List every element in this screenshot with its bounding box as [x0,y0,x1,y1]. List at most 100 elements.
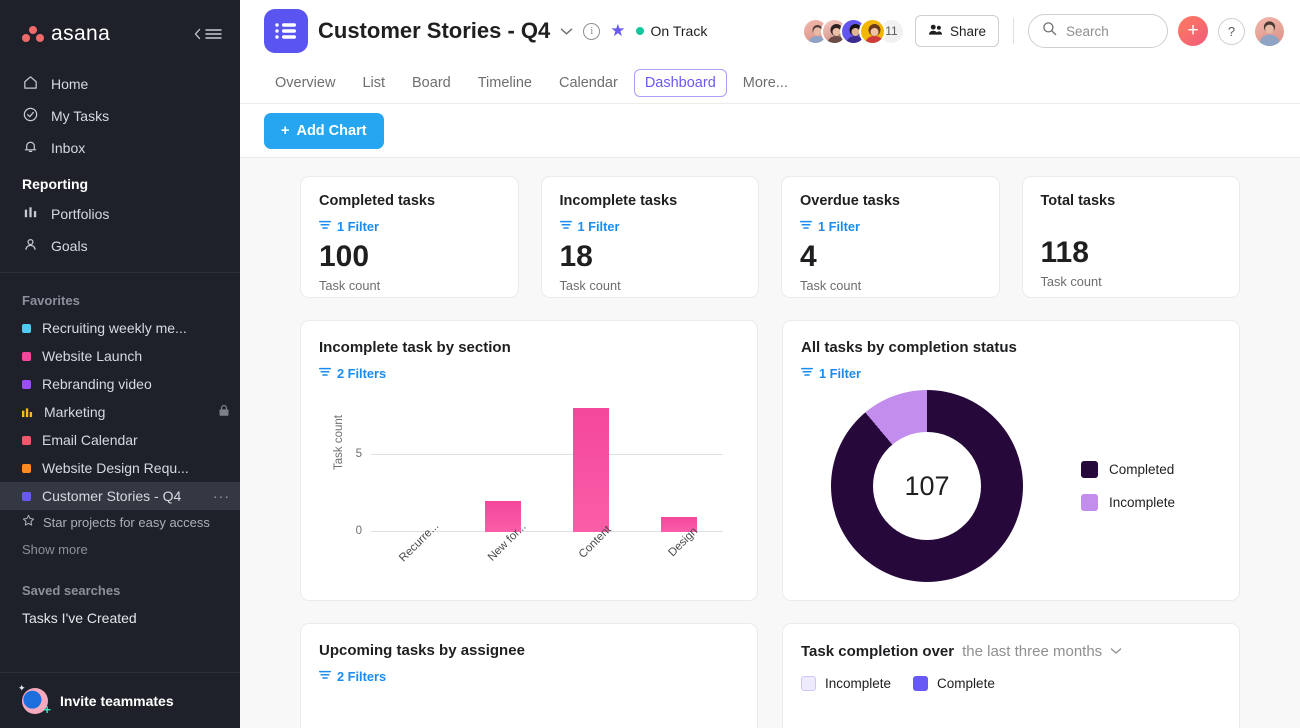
bar-column[interactable] [371,402,459,532]
brand-name: asana [51,22,110,46]
legend-item-complete[interactable]: Complete [913,676,995,691]
chevron-down-icon[interactable] [560,24,573,39]
sidebar-saved-search-tasks-ive-created[interactable]: Tasks I've Created [0,606,240,636]
bar-chart-icon [22,204,39,224]
share-button[interactable]: Share [915,15,999,47]
sidebar-header: asana [0,0,240,64]
dashboard-board: Completed tasks 1 Filter 100 Task count … [240,158,1300,728]
plus-icon: + [281,123,289,139]
overflow-menu-icon[interactable]: ··· [213,488,230,504]
show-more-button[interactable]: Show more [0,534,240,565]
sidebar-primary-nav: Home My Tasks Inbox [0,64,240,164]
chart-header: Task completion over the last three mont… [801,642,1221,660]
tab-board[interactable]: Board [401,69,462,97]
kpi-title: Completed tasks [319,193,500,209]
filter-link[interactable]: 1 Filter [800,217,981,235]
asana-logo[interactable]: asana [22,22,110,46]
time-range-select[interactable]: the last three months [962,643,1102,660]
legend-label: Completed [1109,462,1174,477]
kpi-title: Total tasks [1041,193,1222,209]
member-avatars[interactable]: 11 [802,18,905,45]
sidebar-fav-email-calendar[interactable]: Email Calendar [0,426,240,454]
sidebar-fav-website-design-requests[interactable]: Website Design Requ... [0,454,240,482]
bar-column[interactable] [547,402,635,532]
bar-series [371,402,723,532]
chevron-down-icon[interactable] [1110,642,1122,660]
legend-item-completed[interactable]: Completed [1081,461,1175,478]
star-icon[interactable]: ★ [610,21,625,41]
sidebar-item-my-tasks[interactable]: My Tasks [0,100,240,132]
filter-icon [560,217,572,235]
bar-column[interactable] [459,402,547,532]
y-tick-0: 0 [356,525,362,537]
chart-card-task-completion-over-time[interactable]: Task completion over the last three mont… [782,623,1240,728]
filter-link[interactable]: 1 Filter [801,364,1221,382]
sidebar-item-goals[interactable]: Goals [0,230,240,262]
kpi-row: Completed tasks 1 Filter 100 Task count … [300,176,1240,298]
filter-link[interactable]: 1 Filter [319,217,500,235]
filter-label: 1 Filter [578,219,620,234]
kpi-card-incomplete-tasks[interactable]: Incomplete tasks 1 Filter 18 Task count [541,176,760,298]
sidebar-fav-marketing[interactable]: Marketing [0,398,240,426]
star-projects-hint[interactable]: Star projects for easy access [0,510,240,534]
chart-card-incomplete-task-by-section[interactable]: Incomplete task by section 2 Filters Tas… [300,320,758,601]
tab-more[interactable]: More... [732,69,799,97]
kpi-card-overdue-tasks[interactable]: Overdue tasks 1 Filter 4 Task count [781,176,1000,298]
kpi-value: 118 [1041,237,1222,269]
legend-label: Incomplete [1109,495,1175,510]
sidebar-heading-saved-searches: Saved searches [0,565,240,606]
project-color-dot [22,352,31,361]
project-color-dot [22,324,31,333]
legend-item-incomplete[interactable]: Incomplete [801,676,891,691]
kpi-value: 100 [319,241,500,273]
donut-center-value: 107 [873,432,981,540]
tab-list[interactable]: List [351,69,396,97]
filter-link[interactable]: 2 Filters [319,667,739,685]
tab-overview[interactable]: Overview [264,69,346,97]
invite-avatar-icon [22,688,48,714]
search-input[interactable]: Search [1028,14,1168,48]
sidebar-item-inbox[interactable]: Inbox [0,132,240,164]
avatar [859,18,886,45]
sidebar-fav-website-launch[interactable]: Website Launch [0,342,240,370]
legend-swatch [913,676,928,691]
page-title: Customer Stories - Q4 [318,18,550,44]
bar-chart-icon [22,407,33,418]
share-label: Share [950,24,986,39]
info-icon[interactable]: i [583,23,600,40]
tab-dashboard[interactable]: Dashboard [634,69,727,97]
status-badge[interactable]: On Track [636,23,708,39]
sidebar-fav-recruiting-weekly[interactable]: Recruiting weekly me... [0,314,240,342]
kpi-value: 4 [800,241,981,273]
add-chart-button[interactable]: + Add Chart [264,113,384,149]
kpi-title: Overdue tasks [800,193,981,209]
header-actions: 11 Share Search + ? [802,14,1284,48]
kpi-card-completed-tasks[interactable]: Completed tasks 1 Filter 100 Task count [300,176,519,298]
user-avatar[interactable] [1255,17,1284,46]
sidebar-item-portfolios[interactable]: Portfolios [0,198,240,230]
filter-icon [319,217,331,235]
filter-label: 1 Filter [337,219,379,234]
create-button[interactable]: + [1178,16,1208,46]
filter-link[interactable]: 1 Filter [560,217,741,235]
filter-link[interactable]: 2 Filters [319,364,739,382]
chart-card-upcoming-tasks-by-assignee[interactable]: Upcoming tasks by assignee 2 Filters [300,623,758,728]
invite-teammates-button[interactable]: Invite teammates [0,672,240,728]
filter-label: 2 Filters [337,669,386,684]
sidebar-fav-rebranding-video[interactable]: Rebranding video [0,370,240,398]
sidebar-item-home[interactable]: Home [0,68,240,100]
tab-calendar[interactable]: Calendar [548,69,629,97]
chart-card-all-tasks-by-completion-status[interactable]: All tasks by completion status 1 Filter … [782,320,1240,601]
donut-ring[interactable]: 107 [831,390,1023,582]
sidebar-item-label: Goals [51,238,88,254]
sidebar-fav-label: Marketing [44,404,105,420]
tab-timeline[interactable]: Timeline [467,69,543,97]
bar-column[interactable] [635,402,723,532]
chart-title: Upcoming tasks by assignee [319,642,739,659]
chart-title: Incomplete task by section [319,339,739,356]
sidebar-fav-customer-stories-q4[interactable]: Customer Stories - Q4 ··· [0,482,240,510]
collapse-menu-icon[interactable] [193,27,222,41]
legend-item-incomplete[interactable]: Incomplete [1081,494,1175,511]
help-button[interactable]: ? [1218,18,1245,45]
kpi-card-total-tasks[interactable]: Total tasks 118 Task count [1022,176,1241,298]
